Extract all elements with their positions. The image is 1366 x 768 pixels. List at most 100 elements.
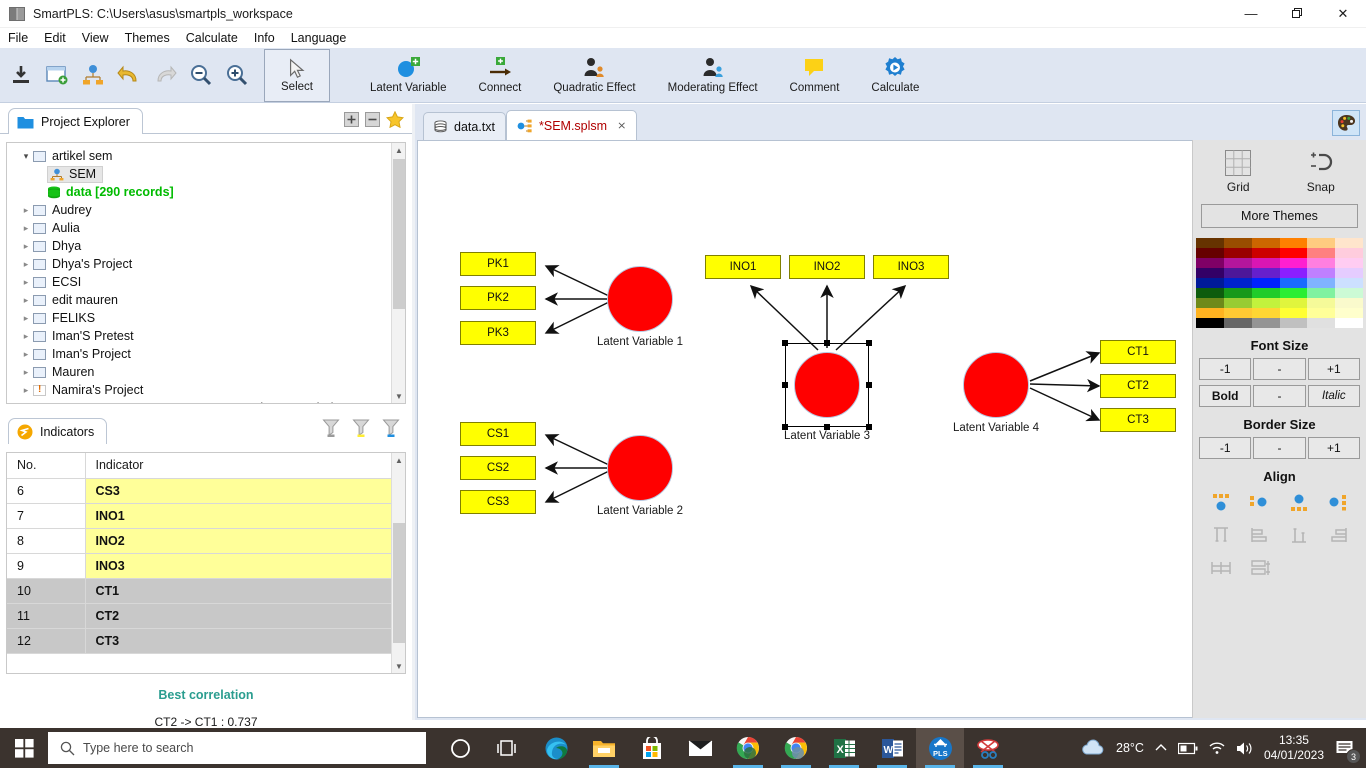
column-header-no[interactable]: No. (7, 453, 86, 479)
latent-variable-circle[interactable] (607, 266, 673, 332)
indicator-box-cs3[interactable]: CS3 (460, 490, 536, 514)
color-swatch[interactable] (1251, 278, 1280, 288)
menu-calculate[interactable]: Calculate (178, 30, 246, 46)
word-icon[interactable]: W (868, 728, 916, 768)
twisty-closed-icon[interactable]: ▸ (19, 277, 33, 288)
indicator-box-cs1[interactable]: CS1 (460, 422, 536, 446)
chrome-icon[interactable] (724, 728, 772, 768)
color-swatch[interactable] (1335, 248, 1363, 258)
table-row[interactable]: 12 CT3 (7, 628, 393, 654)
snap-button[interactable]: Snap (1285, 148, 1357, 194)
twisty-closed-icon[interactable]: ▸ (19, 403, 33, 404)
color-swatch[interactable] (1196, 288, 1224, 298)
twisty-open-icon[interactable]: ▾ (19, 151, 33, 162)
color-swatch[interactable] (1251, 288, 1280, 298)
task-view-icon[interactable] (484, 728, 532, 768)
twisty-closed-icon[interactable]: ▸ (19, 259, 33, 270)
collapse-all-button[interactable] (365, 112, 380, 127)
color-swatch[interactable] (1196, 298, 1224, 308)
tree-item-imans-pretest[interactable]: ▸ Iman'S Pretest (7, 327, 405, 345)
tree-item-namiras-project[interactable]: ▸ Namira's Project (7, 381, 405, 399)
indicator-box-ino1[interactable]: INO1 (705, 255, 781, 279)
color-swatch[interactable] (1251, 268, 1280, 278)
menu-view[interactable]: View (74, 30, 117, 46)
zoom-in-icon[interactable] (222, 58, 252, 92)
twisty-closed-icon[interactable]: ▸ (19, 349, 33, 360)
project-explorer-tab[interactable]: Project Explorer (8, 108, 143, 134)
moderating-effect-button[interactable]: Moderating Effect (658, 50, 768, 100)
tree-item-edit-mauren[interactable]: ▸ edit mauren (7, 291, 405, 309)
indicator-box-ino3[interactable]: INO3 (873, 255, 949, 279)
menu-language[interactable]: Language (283, 30, 355, 46)
volume-icon[interactable] (1236, 741, 1254, 756)
maximize-button[interactable] (1274, 0, 1320, 28)
connect-button[interactable]: Connect (469, 50, 532, 100)
scroll-up-icon[interactable]: ▲ (392, 143, 405, 157)
color-swatch[interactable] (1335, 258, 1363, 268)
more-themes-button[interactable]: More Themes (1201, 204, 1358, 228)
color-swatch[interactable] (1279, 298, 1308, 308)
tree-item-pls-sem-book[interactable]: ▸ PLS-SEM BOOK - Corporate Reputation Ex… (7, 399, 405, 404)
color-swatch[interactable] (1223, 258, 1252, 268)
weather-temperature[interactable]: 28°C (1116, 741, 1144, 755)
color-swatch[interactable] (1251, 258, 1280, 268)
table-row[interactable]: 6 CS3 (7, 478, 393, 504)
align-top-icon[interactable] (1201, 490, 1240, 516)
import-icon[interactable] (6, 58, 36, 92)
tree-item-aulia[interactable]: ▸ Aulia (7, 219, 405, 237)
bold-button[interactable]: Bold (1199, 385, 1252, 407)
excel-icon[interactable]: X (820, 728, 868, 768)
twisty-closed-icon[interactable]: ▸ (19, 205, 33, 216)
tree-item-feliks[interactable]: ▸ FELIKS (7, 309, 405, 327)
color-swatch[interactable] (1223, 278, 1252, 288)
latent-variable-1[interactable]: Latent Variable 1 (597, 266, 683, 348)
twisty-closed-icon[interactable]: ▸ (19, 223, 33, 234)
color-swatch[interactable] (1307, 308, 1336, 318)
color-swatch[interactable] (1196, 278, 1224, 288)
tab-close-icon[interactable]: ⨯ (617, 119, 626, 132)
select-tool-button[interactable]: Select (264, 48, 330, 102)
color-swatch[interactable] (1223, 238, 1252, 248)
color-swatch[interactable] (1307, 278, 1336, 288)
microsoft-store-icon[interactable] (628, 728, 676, 768)
project-tree-scrollbar[interactable]: ▲ ▼ (391, 143, 405, 403)
notification-center-button[interactable]: 3 (1334, 737, 1361, 764)
filter-yellow-icon[interactable] (352, 418, 370, 438)
color-swatch[interactable] (1307, 318, 1336, 328)
tree-item-dhya[interactable]: ▸ Dhya (7, 237, 405, 255)
font-size-reset-button[interactable]: - (1253, 358, 1306, 380)
color-swatch-grid[interactable] (1196, 238, 1363, 328)
color-swatch[interactable] (1335, 278, 1363, 288)
color-swatch[interactable] (1279, 288, 1308, 298)
tree-item-ecsi[interactable]: ▸ ECSI (7, 273, 405, 291)
resize-handle-nw[interactable] (782, 340, 788, 346)
color-swatch[interactable] (1251, 308, 1280, 318)
color-swatch[interactable] (1307, 238, 1336, 248)
color-swatch[interactable] (1279, 278, 1308, 288)
battery-icon[interactable] (1177, 742, 1198, 755)
indicator-box-ct2[interactable]: CT2 (1100, 374, 1176, 398)
color-swatch[interactable] (1307, 288, 1336, 298)
color-swatch[interactable] (1223, 288, 1252, 298)
table-row[interactable]: 7 INO1 (7, 503, 393, 529)
search-input[interactable]: Type here to search (48, 732, 426, 764)
cloud-icon[interactable] (1080, 739, 1106, 757)
color-swatch[interactable] (1279, 238, 1308, 248)
color-swatch[interactable] (1223, 308, 1252, 318)
color-swatch[interactable] (1196, 318, 1224, 328)
cortana-icon[interactable] (436, 728, 484, 768)
color-swatch[interactable] (1307, 258, 1336, 268)
tree-item-data[interactable]: data [290 records] (7, 183, 405, 201)
column-header-indicator[interactable]: Indicator (85, 453, 393, 479)
indicator-box-ct3[interactable]: CT3 (1100, 408, 1176, 432)
tree-item-mauren[interactable]: ▸ Mauren (7, 363, 405, 381)
table-row[interactable]: 8 INO2 (7, 528, 393, 554)
color-swatch[interactable] (1279, 248, 1308, 258)
grid-button[interactable]: Grid (1202, 148, 1274, 194)
align-right-icon[interactable] (1319, 490, 1358, 516)
menu-edit[interactable]: Edit (36, 30, 74, 46)
resize-handle-n[interactable] (824, 340, 830, 346)
color-swatch[interactable] (1196, 238, 1224, 248)
color-swatch[interactable] (1251, 298, 1280, 308)
color-swatch[interactable] (1335, 268, 1363, 278)
